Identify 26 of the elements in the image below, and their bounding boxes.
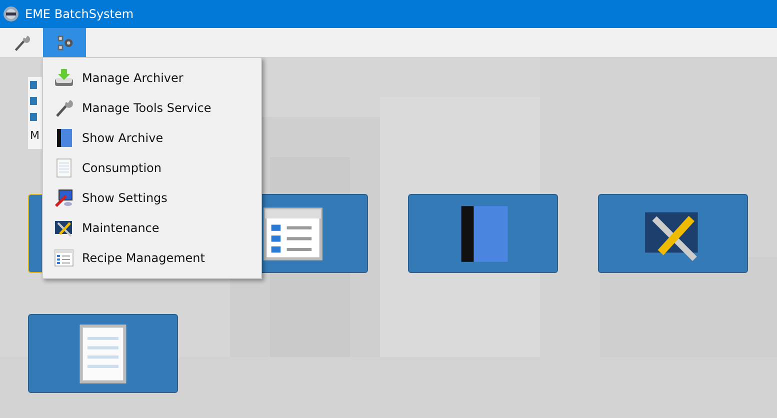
gears-icon [56,34,74,52]
menu-item[interactable]: Manage Tools Service [43,93,261,123]
menu-item[interactable]: Show Settings [43,183,261,213]
tile-button[interactable] [598,194,748,273]
monitor-icon [54,188,74,208]
menu-item[interactable]: Maintenance [43,213,261,243]
wrench-icon [12,34,30,52]
card-text: M [30,129,40,142]
square-icon [30,113,37,121]
menu-item[interactable]: Manage Archiver [43,63,261,93]
tile-button[interactable] [28,314,178,393]
menu-item[interactable]: Consumption [43,153,261,183]
book-icon [54,128,74,148]
square-icon [30,97,37,105]
document-icon [54,158,74,178]
menu-item[interactable]: Show Archive [43,123,261,153]
tools-icon [54,218,74,238]
globe-logo-icon [3,6,19,22]
square-icon [30,81,37,89]
window-title: EME BatchSystem [25,7,134,21]
drive-download-icon [54,68,74,88]
toolbar-button[interactable] [43,28,86,57]
tile-button[interactable] [408,194,558,273]
wrench-icon [54,98,74,118]
menu-item[interactable]: Recipe Management [43,243,261,273]
list-window-icon [54,248,74,268]
